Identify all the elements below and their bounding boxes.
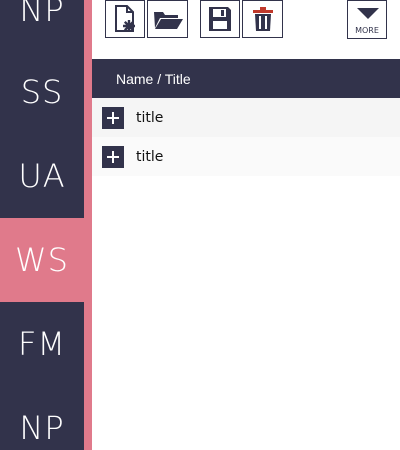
row-title: title	[136, 109, 164, 126]
save-icon	[209, 7, 231, 31]
sidebar: NP SS UA WS FM NP	[0, 0, 84, 450]
caret-down-icon	[357, 8, 379, 19]
save-button[interactable]	[200, 0, 240, 38]
column-header-name-title[interactable]: Name / Title	[116, 71, 191, 87]
sidebar-item-np[interactable]: NP	[0, 0, 84, 52]
sidebar-item-fm[interactable]: FM	[0, 302, 84, 386]
list-item[interactable]: title	[92, 137, 400, 176]
new-document-icon	[115, 5, 135, 32]
sidebar-item-ss[interactable]: SS	[0, 50, 84, 134]
sidebar-item-ws[interactable]: WS	[0, 218, 84, 302]
sidebar-item-np-2[interactable]: NP	[0, 386, 84, 450]
trash-icon	[252, 7, 273, 31]
list-item[interactable]: title	[92, 98, 400, 137]
table-header: Name / Title	[92, 59, 400, 98]
open-folder-button[interactable]	[147, 0, 188, 38]
expand-plus-icon[interactable]	[102, 145, 124, 168]
new-document-button[interactable]	[105, 0, 145, 38]
tree-list: title title	[92, 98, 400, 176]
more-label: MORE	[355, 26, 379, 35]
more-button[interactable]: MORE	[347, 0, 387, 39]
expand-plus-icon[interactable]	[102, 106, 124, 129]
row-title: title	[136, 148, 164, 165]
delete-button[interactable]	[242, 0, 283, 38]
open-folder-icon	[153, 12, 183, 29]
sidebar-item-ua[interactable]: UA	[0, 134, 84, 218]
accent-strip	[84, 0, 92, 450]
toolbar: MORE	[92, 0, 400, 59]
